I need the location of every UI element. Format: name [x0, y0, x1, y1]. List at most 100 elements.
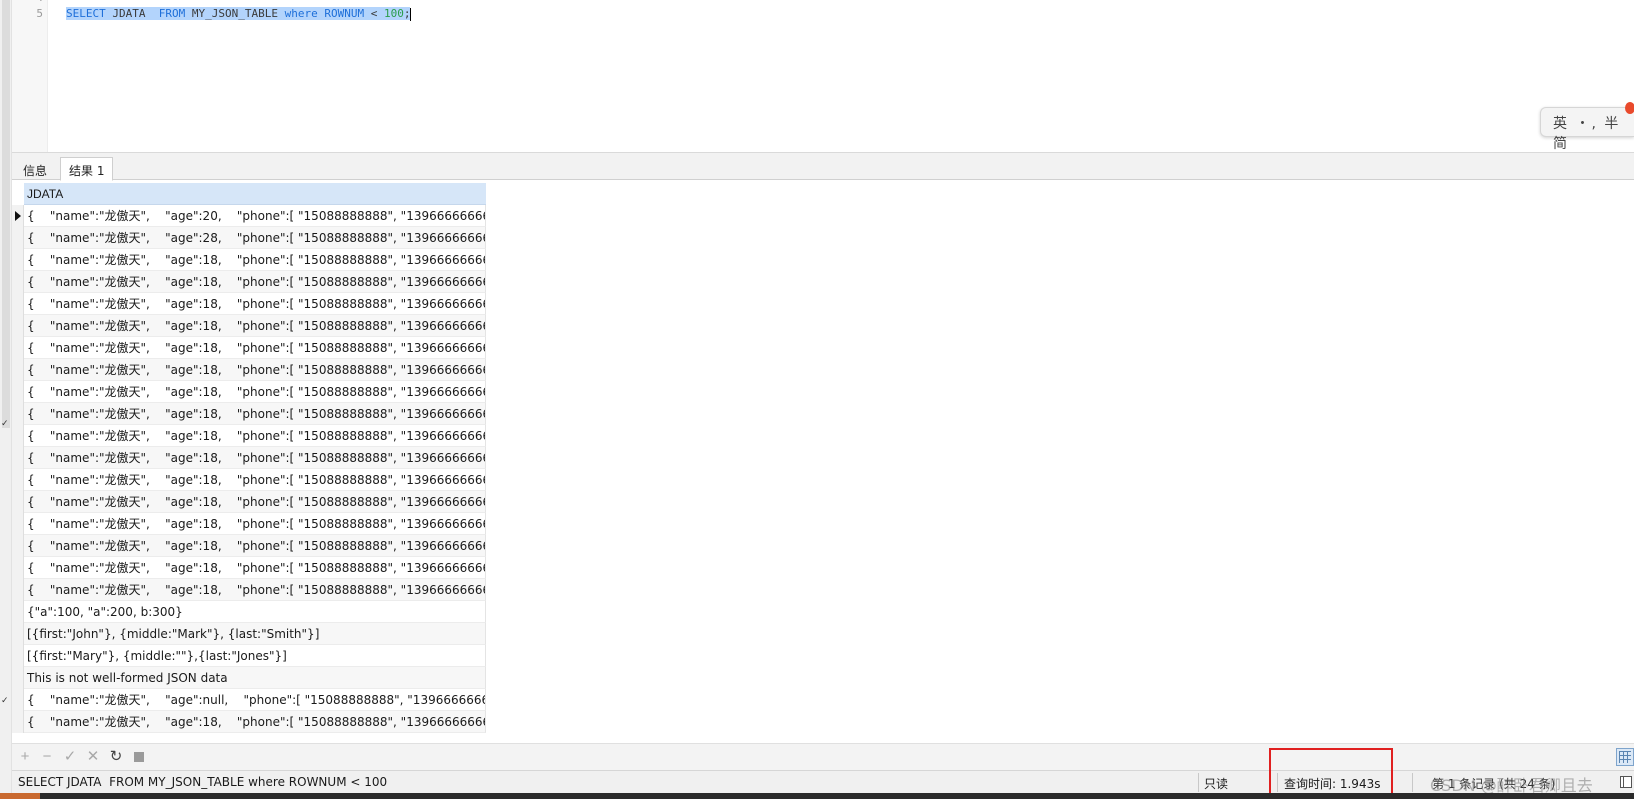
table-row[interactable]: { "name":"龙傲天", "age":18, "phone":[ "150…	[12, 491, 486, 513]
row-selector[interactable]	[12, 667, 24, 689]
table-cell[interactable]: [{first:"John"}, {middle:"Mark"}, {last:…	[24, 623, 486, 645]
table-row[interactable]: { "name":"龙傲天", "age":18, "phone":[ "150…	[12, 271, 486, 293]
table-row[interactable]: { "name":"龙傲天", "age":18, "phone":[ "150…	[12, 249, 486, 271]
table-cell[interactable]: { "name":"龙傲天", "age":18, "phone":[ "150…	[24, 293, 486, 315]
table-cell[interactable]: { "name":"龙傲天", "age":18, "phone":[ "150…	[24, 535, 486, 557]
table-row[interactable]: { "name":"龙傲天", "age":18, "phone":[ "150…	[12, 513, 486, 535]
table-cell[interactable]: { "name":"龙傲天", "age":18, "phone":[ "150…	[24, 557, 486, 579]
table-row[interactable]: [{first:"John"}, {middle:"Mark"}, {last:…	[12, 623, 486, 645]
table-cell[interactable]: { "name":"龙傲天", "age":18, "phone":[ "150…	[24, 579, 486, 601]
add-record-button[interactable]: +	[17, 749, 33, 765]
table-row[interactable]: { "name":"龙傲天", "age":18, "phone":[ "150…	[12, 579, 486, 601]
sql-operator: <	[370, 7, 378, 20]
table-cell[interactable]: { "name":"龙傲天", "age":18, "phone":[ "150…	[24, 403, 486, 425]
table-row[interactable]: { "name":"龙傲天", "age":18, "phone":[ "150…	[12, 403, 486, 425]
discard-changes-button[interactable]: ✕	[85, 749, 101, 765]
table-row[interactable]: { "name":"龙傲天", "age":20, "phone":[ "150…	[12, 205, 486, 227]
table-row[interactable]: { "name":"龙傲天", "age":18, "phone":[ "150…	[12, 381, 486, 403]
table-cell[interactable]: { "name":"龙傲天", "age":18, "phone":[ "150…	[24, 271, 486, 293]
table-row[interactable]: {"a":100, "a":200, b:300}	[12, 601, 486, 623]
ime-status-bar[interactable]: 英 ・, 半 简	[1540, 102, 1634, 152]
form-view-icon[interactable]	[1620, 776, 1632, 788]
table-cell[interactable]: { "name":"龙傲天", "age":18, "phone":[ "150…	[24, 447, 486, 469]
apply-changes-button[interactable]: ✓	[62, 749, 78, 765]
row-selector[interactable]	[12, 271, 24, 293]
table-cell[interactable]: { "name":"龙傲天", "age":null, "phone":[ "1…	[24, 689, 486, 711]
table-cell[interactable]: { "name":"龙傲天", "age":18, "phone":[ "150…	[24, 711, 486, 733]
table-cell[interactable]: { "name":"龙傲天", "age":18, "phone":[ "150…	[24, 315, 486, 337]
delete-record-button[interactable]: −	[39, 749, 55, 765]
table-row[interactable]: { "name":"龙傲天", "age":18, "phone":[ "150…	[12, 535, 486, 557]
row-selector[interactable]	[12, 579, 24, 601]
table-cell[interactable]: { "name":"龙傲天", "age":18, "phone":[ "150…	[24, 249, 486, 271]
table-row[interactable]: { "name":"龙傲天", "age":18, "phone":[ "150…	[12, 293, 486, 315]
row-selector[interactable]	[12, 293, 24, 315]
sql-editor[interactable]: 4 5 SELECT JDATA FROM MY_JSON_TABLE wher…	[12, 0, 1634, 152]
tab-info[interactable]: 信息	[14, 157, 56, 181]
status-readonly: 只读	[1204, 777, 1229, 791]
table-cell[interactable]: {"a":100, "a":200, b:300}	[24, 601, 486, 623]
table-row[interactable]: [{first:"Mary"}, {middle:""},{last:"Jone…	[12, 645, 486, 667]
row-selector[interactable]	[12, 601, 24, 623]
table-cell[interactable]: { "name":"龙傲天", "age":18, "phone":[ "150…	[24, 469, 486, 491]
row-selector[interactable]	[12, 689, 24, 711]
table-row[interactable]: { "name":"龙傲天", "age":null, "phone":[ "1…	[12, 689, 486, 711]
line-number: 4	[36, 0, 43, 4]
sql-code-line[interactable]: SELECT JDATA FROM MY_JSON_TABLE where RO…	[66, 6, 412, 22]
table-cell[interactable]: { "name":"龙傲天", "age":18, "phone":[ "150…	[24, 513, 486, 535]
table-cell[interactable]: This is not well-formed JSON data	[24, 667, 486, 689]
refresh-button[interactable]: ↻	[108, 749, 124, 765]
table-row[interactable]: { "name":"龙傲天", "age":18, "phone":[ "150…	[12, 337, 486, 359]
table-cell[interactable]: { "name":"龙傲天", "age":18, "phone":[ "150…	[24, 381, 486, 403]
table-row[interactable]: { "name":"龙傲天", "age":18, "phone":[ "150…	[12, 359, 486, 381]
table-cell[interactable]: { "name":"龙傲天", "age":18, "phone":[ "150…	[24, 425, 486, 447]
table-cell[interactable]: { "name":"龙傲天", "age":20, "phone":[ "150…	[24, 205, 486, 227]
table-row[interactable]: { "name":"龙傲天", "age":18, "phone":[ "150…	[12, 447, 486, 469]
table-row[interactable]: { "name":"龙傲天", "age":28, "phone":[ "150…	[12, 227, 486, 249]
row-selector[interactable]	[12, 249, 24, 271]
left-scroll-strip[interactable]: ✓ ✓	[0, 0, 12, 799]
row-selector[interactable]	[12, 645, 24, 667]
table-cell[interactable]: { "name":"龙傲天", "age":28, "phone":[ "150…	[24, 227, 486, 249]
row-selector[interactable]	[12, 381, 24, 403]
row-selector[interactable]	[12, 227, 24, 249]
table-row[interactable]: This is not well-formed JSON data	[12, 667, 486, 689]
table-cell[interactable]: { "name":"龙傲天", "age":18, "phone":[ "150…	[24, 337, 486, 359]
row-selector[interactable]	[12, 359, 24, 381]
sql-semicolon: ;	[403, 7, 411, 20]
result-tabs: 信息 结果 1	[12, 152, 1634, 181]
table-row[interactable]: { "name":"龙傲天", "age":18, "phone":[ "150…	[12, 425, 486, 447]
row-selector[interactable]	[12, 469, 24, 491]
scrollbar-thumb[interactable]	[2, 0, 10, 428]
row-selector[interactable]	[12, 513, 24, 535]
column-header-jdata[interactable]: JDATA	[24, 183, 486, 205]
row-selector[interactable]	[12, 337, 24, 359]
stop-button[interactable]	[134, 752, 144, 762]
table-cell[interactable]: { "name":"龙傲天", "age":18, "phone":[ "150…	[24, 359, 486, 381]
row-selector[interactable]	[12, 711, 24, 733]
status-sql-text: SELECT JDATA FROM MY_JSON_TABLE where RO…	[18, 775, 388, 789]
sql-table: MY_JSON_TABLE	[191, 7, 278, 20]
row-selector[interactable]	[12, 557, 24, 579]
row-selector[interactable]	[12, 205, 24, 227]
row-selector[interactable]	[12, 425, 24, 447]
table-row[interactable]: { "name":"龙傲天", "age":18, "phone":[ "150…	[12, 711, 486, 733]
sql-rownum: ROWNUM	[324, 7, 365, 20]
row-selector[interactable]	[12, 535, 24, 557]
row-selector[interactable]	[12, 315, 24, 337]
grid-view-icon[interactable]	[1616, 748, 1634, 766]
row-selector[interactable]	[12, 447, 24, 469]
table-row[interactable]: { "name":"龙傲天", "age":18, "phone":[ "150…	[12, 557, 486, 579]
table-cell[interactable]: { "name":"龙傲天", "age":18, "phone":[ "150…	[24, 491, 486, 513]
table-row[interactable]: { "name":"龙傲天", "age":18, "phone":[ "150…	[12, 315, 486, 337]
row-selector[interactable]	[12, 403, 24, 425]
sql-keyword-from: FROM	[158, 7, 186, 20]
tab-result-1[interactable]: 结果 1	[60, 157, 114, 181]
row-selector[interactable]	[12, 491, 24, 513]
taskbar-strip	[0, 793, 1634, 799]
table-cell[interactable]: [{first:"Mary"}, {middle:""},{last:"Jone…	[24, 645, 486, 667]
row-selector[interactable]	[12, 623, 24, 645]
result-grid[interactable]: JDATA { "name":"龙傲天", "age":20, "phone":…	[12, 183, 486, 733]
sql-keyword-select: SELECT	[66, 7, 106, 20]
table-row[interactable]: { "name":"龙傲天", "age":18, "phone":[ "150…	[12, 469, 486, 491]
